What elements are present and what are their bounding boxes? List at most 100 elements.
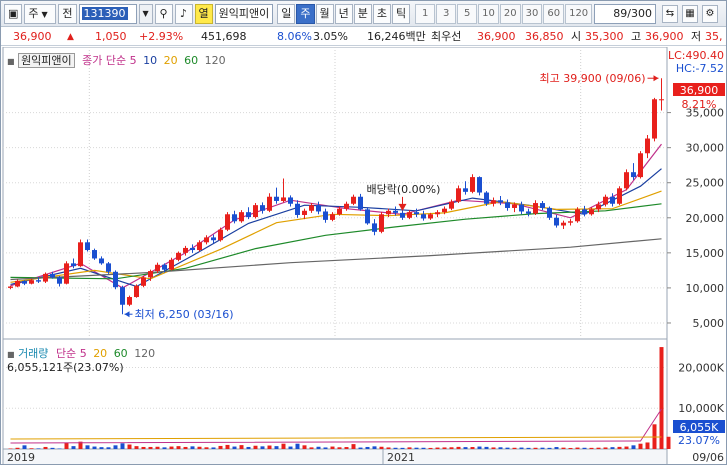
lc-label: LC:490.40 (668, 49, 724, 62)
candle-body (519, 204, 524, 212)
candle-body (29, 280, 34, 284)
volume-bar (463, 447, 468, 449)
settings-icon[interactable]: ⚙ (702, 5, 718, 23)
interval-1[interactable]: 1 (415, 3, 436, 24)
volume-bar (162, 447, 167, 449)
candle-body (554, 217, 559, 226)
volume-bar (176, 446, 181, 449)
volume-bar (239, 445, 244, 449)
prefix-button[interactable]: 전 (58, 3, 77, 24)
tag-button[interactable]: 열 (194, 3, 213, 24)
volume-bar (491, 447, 496, 449)
candle-body (78, 242, 83, 267)
interval-3[interactable]: 3 (436, 3, 457, 24)
volume-bar (414, 447, 419, 449)
lock-icon[interactable]: ⇆ (662, 5, 678, 23)
candle-body (463, 188, 468, 192)
open-price: 35,300 (585, 30, 624, 43)
candle-body (526, 211, 531, 214)
market-select[interactable]: 주 ▼ (24, 3, 57, 24)
legend-stock-name[interactable]: 원익피앤이 (18, 53, 75, 68)
candle-body (302, 210, 307, 215)
volume-bar (365, 446, 370, 449)
layout-icon[interactable]: ▦ (682, 5, 698, 23)
candle-body (85, 242, 90, 251)
volume-bar (337, 447, 342, 449)
period-tab-tick[interactable]: 틱 (392, 3, 411, 24)
candle-body (498, 200, 503, 203)
volume-bar (449, 447, 454, 449)
turnover-rate: 3.05% (313, 30, 348, 43)
candle-body (260, 205, 265, 211)
candle-body (561, 222, 566, 226)
candle-body (414, 212, 419, 215)
volume-bar (274, 446, 279, 449)
period-tab-second[interactable]: 초 (372, 3, 392, 24)
candle-body (330, 214, 335, 220)
volume-bar (148, 446, 153, 449)
volume-bar (50, 447, 55, 449)
volume-bar (568, 447, 573, 449)
candle-body (22, 280, 27, 284)
code-dropdown-icon[interactable]: ▼ (138, 3, 153, 24)
candle-body (274, 196, 279, 201)
volume-bar (43, 446, 48, 449)
code-input[interactable]: 131390 (78, 3, 137, 24)
stock-chart[interactable]: 5,00010,00015,00020,00025,00030,00035,00… (1, 46, 727, 465)
candle-body (379, 214, 384, 232)
period-tab-week[interactable]: 주 (296, 3, 315, 24)
volume-bar (666, 436, 671, 449)
candle-body (631, 172, 636, 178)
legend-ma-120[interactable]: 120 (205, 54, 226, 67)
sound-icon[interactable]: ♪ (174, 3, 193, 24)
market-label: 주 (28, 6, 39, 20)
search-icon[interactable]: ⚲ (154, 3, 173, 24)
interval-10[interactable]: 10 (478, 3, 499, 24)
interval-5[interactable]: 5 (457, 3, 478, 24)
volume-bar (379, 446, 384, 449)
chart-type-icon[interactable]: ▣ (4, 3, 23, 24)
interval-60[interactable]: 60 (543, 3, 565, 24)
volume-bar (400, 447, 405, 449)
candle-body (267, 196, 272, 211)
candle-body (337, 208, 342, 215)
volume-bar (435, 447, 440, 449)
volume-bar (659, 347, 664, 449)
period-tab-minute[interactable]: 분 (353, 3, 372, 24)
volume-bar (519, 447, 524, 449)
x-axis-label: 09/06 (692, 451, 724, 464)
candle-body (218, 229, 223, 241)
candle-body (589, 209, 594, 215)
candle-body (8, 286, 13, 288)
current-price: 36,900 (13, 30, 52, 43)
period-tab-year[interactable]: 년 (334, 3, 353, 24)
volume-bar (15, 447, 20, 449)
volume-bar (316, 446, 321, 449)
volume-bar (358, 447, 363, 449)
volume-bar (190, 446, 195, 449)
interval-20[interactable]: 20 (499, 3, 521, 24)
candle-body (533, 203, 538, 214)
volume-bar (22, 445, 27, 449)
legend-vol-ma-120[interactable]: 120 (134, 347, 155, 360)
volume-bar (456, 446, 461, 449)
volume-bar (302, 445, 307, 449)
legend-ma-20[interactable]: 20 (164, 54, 178, 67)
chart-area[interactable]: 5,000 10,000 15,000 20,000 25,000 30,000 35,00… (1, 46, 727, 465)
legend-ma-60[interactable]: 60 (184, 54, 198, 67)
trade-amount: 16,246백만 (367, 30, 426, 43)
legend-ma-label[interactable]: 종가 단순 (82, 54, 126, 67)
candle-body (344, 203, 349, 209)
interval-30[interactable]: 30 (521, 3, 543, 24)
last-volume-label: 6,055K (680, 421, 719, 434)
period-tab-month[interactable]: 월 (315, 3, 334, 24)
volume-bar (330, 446, 335, 449)
interval-120[interactable]: 120 (565, 3, 593, 24)
price-tick-label: 20,000 (686, 212, 725, 225)
legend-ma-5[interactable]: 5 (130, 54, 137, 67)
candle-body (540, 203, 545, 208)
legend-ma-10[interactable]: 10 (143, 54, 157, 67)
period-tab-day[interactable]: 일 (277, 3, 296, 24)
candle-body (456, 188, 461, 202)
candle-body (162, 264, 167, 270)
